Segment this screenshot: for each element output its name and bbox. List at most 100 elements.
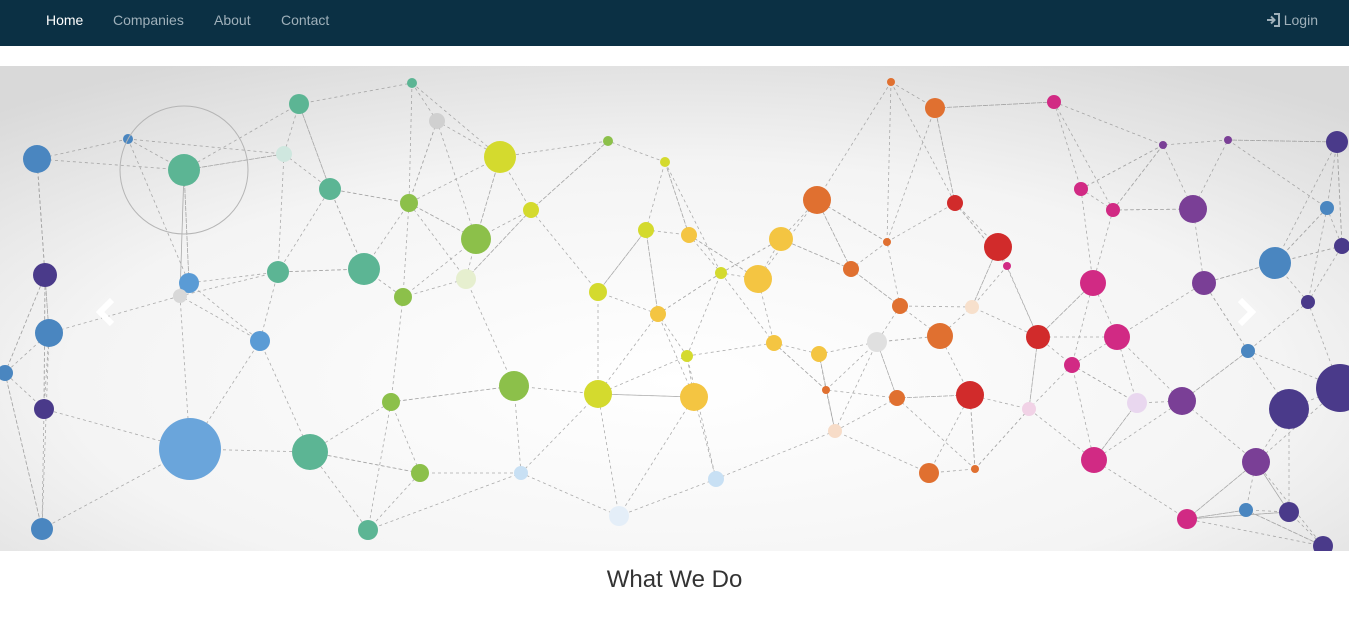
network-node [956, 381, 984, 409]
network-node [23, 145, 51, 173]
login-button[interactable]: Login [1266, 0, 1318, 40]
network-node [250, 331, 270, 351]
network-node [927, 323, 953, 349]
network-node [708, 471, 724, 487]
network-node [1179, 195, 1207, 223]
network-node [638, 222, 654, 238]
network-node [867, 332, 887, 352]
network-node [400, 194, 418, 212]
network-graph-illustration [0, 66, 1349, 551]
network-node [461, 224, 491, 254]
network-node [1106, 203, 1120, 217]
network-node [319, 178, 341, 200]
network-node [456, 269, 476, 289]
network-node [292, 434, 328, 470]
network-node [1022, 402, 1036, 416]
network-node [1326, 131, 1348, 153]
network-node [499, 371, 529, 401]
network-node [887, 78, 895, 86]
network-node [1177, 509, 1197, 529]
network-node [965, 300, 979, 314]
network-node [1064, 357, 1080, 373]
network-node [348, 253, 380, 285]
network-node [584, 380, 612, 408]
network-node [828, 424, 842, 438]
nav-about-link[interactable]: About [214, 0, 251, 40]
hero-carousel [0, 66, 1349, 551]
network-node [919, 463, 939, 483]
network-node [382, 393, 400, 411]
network-node [744, 265, 772, 293]
network-node [1104, 324, 1130, 350]
network-node [1301, 295, 1315, 309]
network-node [889, 390, 905, 406]
network-node [1168, 387, 1196, 415]
network-node [168, 154, 200, 186]
network-node [843, 261, 859, 277]
network-node [1224, 136, 1232, 144]
network-node [680, 383, 708, 411]
network-node [429, 113, 445, 129]
network-node [1159, 141, 1167, 149]
network-node [514, 466, 528, 480]
network-node [1003, 262, 1011, 270]
network-node [1269, 389, 1309, 429]
network-node [650, 306, 666, 322]
network-node [1127, 393, 1147, 413]
network-node [971, 465, 979, 473]
network-node [31, 518, 53, 540]
network-node [1047, 95, 1061, 109]
network-node [769, 227, 793, 251]
network-node [883, 238, 891, 246]
network-node [484, 141, 516, 173]
network-node [159, 418, 221, 480]
network-node [1074, 182, 1088, 196]
network-node [803, 186, 831, 214]
network-node [947, 195, 963, 211]
network-node [766, 335, 782, 351]
network-node [1080, 270, 1106, 296]
network-node [811, 346, 827, 362]
network-node [822, 386, 830, 394]
network-node [33, 263, 57, 287]
nav-contact-link[interactable]: Contact [281, 0, 329, 40]
network-node [1320, 201, 1334, 215]
network-node [35, 319, 63, 347]
network-node [984, 233, 1012, 261]
chevron-right-icon[interactable] [1226, 292, 1266, 332]
nav-home-link[interactable]: Home [46, 0, 83, 40]
network-node [603, 136, 613, 146]
network-node [407, 78, 417, 88]
network-node [1026, 325, 1050, 349]
network-node [173, 289, 187, 303]
top-navbar: Home Companies About Contact Login [0, 0, 1349, 46]
network-node [1239, 503, 1253, 517]
network-node [681, 350, 693, 362]
network-node [589, 283, 607, 301]
network-node [660, 157, 670, 167]
network-node [681, 227, 697, 243]
chevron-left-icon[interactable] [86, 292, 126, 332]
network-node [1279, 502, 1299, 522]
network-node [523, 202, 539, 218]
network-node [892, 298, 908, 314]
section-title: What We Do [606, 566, 743, 593]
network-node [267, 261, 289, 283]
network-node [1192, 271, 1216, 295]
network-node [925, 98, 945, 118]
network-node [1259, 247, 1291, 279]
network-node [715, 267, 727, 279]
sign-in-icon [1266, 13, 1280, 27]
network-node [411, 464, 429, 482]
network-node [276, 146, 292, 162]
login-label: Login [1283, 12, 1318, 28]
network-node [34, 399, 54, 419]
network-node [289, 94, 309, 114]
network-node [1241, 344, 1255, 358]
network-node [609, 506, 629, 526]
network-node [358, 520, 378, 540]
network-node [1242, 448, 1270, 476]
network-node [394, 288, 412, 306]
network-node [1081, 447, 1107, 473]
nav-companies-link[interactable]: Companies [113, 0, 184, 40]
